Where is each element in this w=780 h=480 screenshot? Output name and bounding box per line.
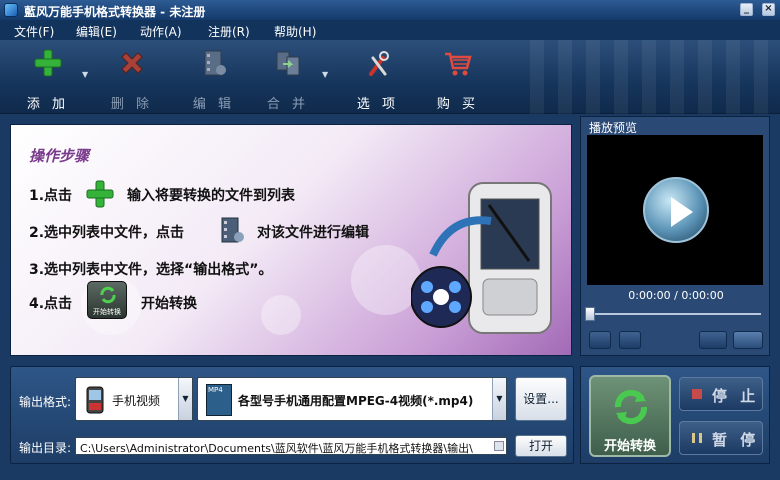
add-label: 添 加 (26, 97, 70, 112)
play-icon (671, 197, 693, 227)
stop-label: 停 止 (712, 387, 760, 405)
app-icon (4, 3, 18, 17)
step4-text-b: 开始转换 (141, 296, 197, 312)
seek-slider[interactable] (589, 313, 761, 315)
merge-dropdown-arrow[interactable]: ▼ (322, 70, 330, 79)
title-bar: 藍风万能手机格式转换器 - 未注册 _ × (0, 0, 780, 20)
close-button[interactable]: × (762, 3, 775, 16)
profile-dropdown-arrow[interactable]: ▼ (492, 378, 506, 420)
mobile-phone-icon (86, 386, 104, 414)
menu-edit[interactable]: 编辑(E) (76, 23, 117, 40)
step1-text-a: 1.点击 (29, 188, 73, 204)
bokeh-decoration (261, 295, 301, 335)
category-dropdown-arrow[interactable]: ▼ (178, 378, 192, 420)
options-label: 选 项 (356, 97, 400, 112)
output-dir-field[interactable]: C:\Users\Administrator\Documents\蓝风软件\蓝风… (75, 437, 507, 455)
step3-text: 3.选中列表中文件，选择“输出格式”。 (29, 262, 273, 278)
output-format-label: 输出格式: (19, 395, 72, 409)
snapshot-button[interactable] (699, 331, 727, 349)
stop-icon (692, 389, 702, 399)
merge-button[interactable]: 合 并 (258, 46, 318, 112)
seek-thumb[interactable] (585, 307, 595, 321)
edit-label: 编 辑 (192, 97, 236, 112)
add-button[interactable]: 添 加 (18, 46, 78, 112)
fullscreen-button[interactable] (733, 331, 763, 349)
category-value: 手机视频 (112, 394, 161, 408)
buy-button[interactable]: 购 买 (428, 46, 488, 112)
phone-illustration (411, 182, 552, 334)
plus-icon (86, 180, 114, 208)
step2-text-a: 2.选中列表中文件，点击 (29, 225, 185, 241)
pause-icon (692, 433, 702, 443)
output-dir-value: C:\Users\Administrator\Documents\蓝风软件\蓝风… (80, 442, 473, 455)
options-button[interactable]: 选 项 (348, 46, 408, 112)
buy-label: 购 买 (436, 97, 480, 112)
delete-button[interactable]: 删 除 (102, 46, 162, 112)
menu-bar: 文件(F) 编辑(E) 动作(A) 注册(R) 帮助(H) (0, 20, 780, 40)
merge-label: 合 并 (266, 97, 310, 112)
refresh-icon (100, 286, 116, 304)
settings-button[interactable]: 设置... (515, 377, 567, 421)
step4-text-a: 4.点击 (29, 296, 73, 312)
menu-help[interactable]: 帮助(H) (274, 23, 316, 40)
menu-action[interactable]: 动作(A) (140, 23, 182, 40)
start-convert-mini-icon: 开始转换 (87, 281, 127, 319)
add-dropdown-arrow[interactable]: ▼ (82, 70, 90, 79)
delete-x-icon (121, 52, 143, 74)
step1-text-b: 输入将要转换的文件到列表 (127, 188, 295, 204)
toolbar: 添 加 ▼ 删 除 编 辑 合 并 ▼ 选 项 购 买 (0, 40, 780, 114)
guide-heading: 操作步骤 (29, 147, 90, 165)
preview-stop-button[interactable] (619, 331, 641, 349)
pause-label: 暂 停 (712, 431, 760, 449)
merge-icon (276, 51, 300, 76)
preview-screen (587, 135, 763, 285)
profile-select[interactable]: MP4 各型号手机通用配置MPEG-4视频(*.mp4) ▼ (197, 377, 507, 421)
start-convert-button[interactable]: 开始转换 (589, 375, 671, 457)
play-button[interactable] (643, 177, 709, 243)
film-decoration (530, 40, 780, 114)
convert-panel: 开始转换 停 止 暂 停 (580, 366, 770, 464)
dir-browse-mini[interactable] (494, 441, 504, 451)
open-folder-button[interactable]: 打开 (515, 435, 567, 457)
category-select[interactable]: 手机视频 ▼ (75, 377, 193, 421)
preview-prev-button[interactable] (589, 331, 611, 349)
output-dir-label: 输出目录: (19, 441, 72, 455)
mp4-badge: MP4 (208, 386, 223, 394)
minimize-button[interactable]: _ (740, 3, 753, 16)
start-convert-label: 开始转换 (603, 439, 656, 454)
refresh-icon (614, 389, 648, 425)
menu-file[interactable]: 文件(F) (14, 23, 54, 40)
preview-title: 播放预览 (589, 121, 638, 135)
mini-icon-label: 开始转换 (93, 308, 121, 316)
film-edit-icon (221, 217, 244, 243)
shopping-cart-icon (445, 52, 472, 76)
preview-time: 0:00:00 / 0:00:00 (628, 289, 724, 302)
output-settings-panel: 输出格式: 手机视频 ▼ MP4 各型号手机通用配置MPEG-4视频(*.mp4… (10, 366, 574, 464)
delete-label: 删 除 (110, 97, 154, 112)
guide-panel: 操作步骤 1.点击 输入将要转换的文件到列表 2.选中列表中文件，点击 对该文件… (10, 124, 572, 356)
profile-value: 各型号手机通用配置MPEG-4视频(*.mp4) (238, 394, 474, 408)
menu-register[interactable]: 注册(R) (208, 23, 250, 40)
plus-icon (34, 49, 62, 77)
window-title: 藍风万能手机格式转换器 - 未注册 (24, 5, 206, 19)
edit-button[interactable]: 编 辑 (184, 46, 244, 112)
preview-panel: 播放预览 0:00:00 / 0:00:00 (580, 116, 770, 356)
tools-icon (369, 51, 389, 76)
film-edit-icon (204, 50, 226, 76)
pause-button[interactable]: 暂 停 (679, 421, 763, 455)
stop-button[interactable]: 停 止 (679, 377, 763, 411)
step2-text-b: 对该文件进行编辑 (257, 225, 369, 241)
mp4-file-icon: MP4 (206, 384, 232, 416)
